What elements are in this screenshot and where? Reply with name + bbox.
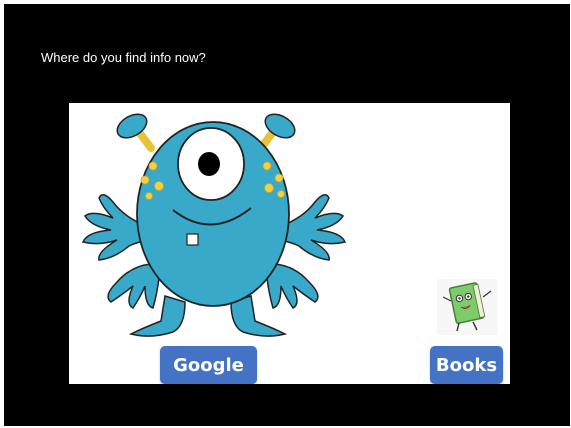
monster-eye — [177, 127, 245, 201]
antenna-right — [257, 113, 296, 152]
antenna-left — [116, 113, 155, 152]
google-button[interactable]: Google — [160, 346, 257, 384]
books-button[interactable]: Books — [430, 346, 503, 384]
slide: Where do you find info now? Google Books — [4, 4, 570, 426]
question-text: Where do you find info now? — [41, 50, 206, 65]
content-panel: Google Books — [69, 103, 510, 384]
monster-tooth — [186, 233, 199, 246]
book-character-icon — [437, 279, 498, 335]
monster-illustration — [81, 113, 347, 337]
